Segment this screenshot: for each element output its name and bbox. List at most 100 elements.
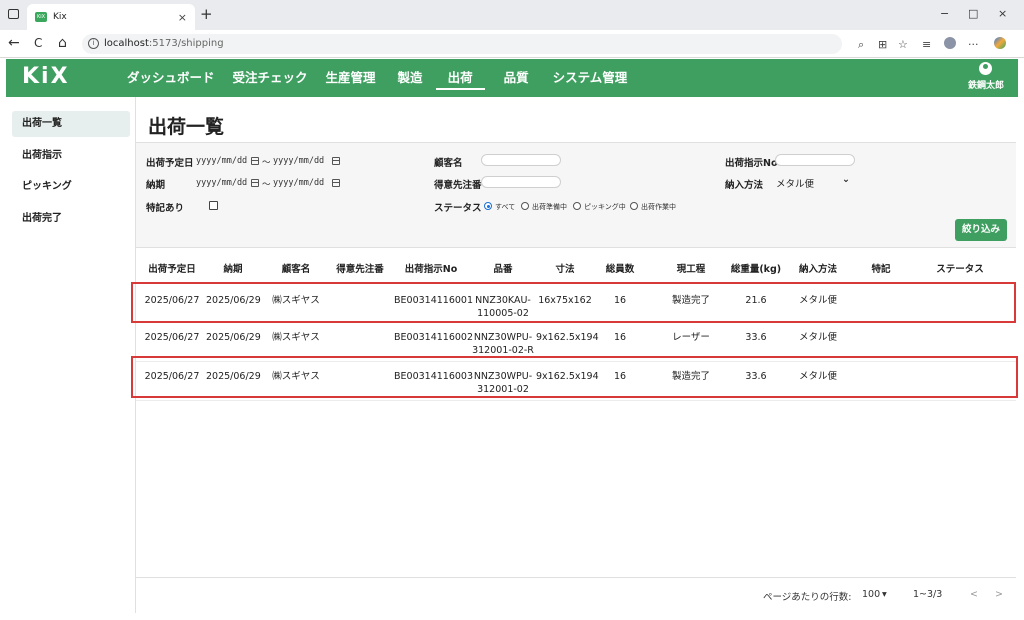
calendar-icon[interactable] [251, 157, 259, 165]
more-icon[interactable]: ··· [968, 38, 979, 51]
client-no-input[interactable] [481, 176, 561, 188]
window-close-icon[interactable]: × [998, 7, 1007, 20]
chevron-down-icon[interactable]: ▾ [882, 589, 887, 600]
nav-production[interactable]: 生産管理 [317, 59, 385, 97]
column-header[interactable]: 品番 [472, 261, 534, 275]
site-info-icon[interactable]: i [88, 38, 99, 49]
copilot-icon[interactable] [994, 37, 1006, 49]
delivery-label: 納入方法 [725, 180, 764, 191]
table-header: 出荷予定日 納期 顧客名 得意先注番 出荷指示No 品番 寸法 総員数 現工程 … [136, 250, 1016, 283]
instruction-no-input[interactable] [775, 154, 855, 166]
cell-weight: 33.6 [745, 332, 767, 343]
due-date-to-field[interactable]: yyyy/mm/dd [273, 178, 324, 188]
app-header: KiX ダッシュボード 受注チェック 生産管理 製造 出荷 品質 システム管理 … [6, 59, 1018, 97]
status-option-label: すべて [495, 203, 516, 211]
prev-page-icon[interactable]: < [970, 589, 978, 600]
highlight-box [131, 282, 1016, 323]
cell-delivery: メタル便 [798, 332, 837, 343]
ship-date-to-field[interactable]: yyyy/mm/dd [273, 156, 324, 166]
search-icon[interactable]: ⌕ [858, 38, 864, 52]
browser-tab[interactable]: KiX Kix × [27, 4, 195, 30]
chevron-down-icon[interactable]: ⌄ [842, 174, 850, 185]
nav-order-check[interactable]: 受注チェック [224, 59, 317, 97]
tab-close-icon[interactable]: × [178, 11, 187, 24]
column-header[interactable]: 出荷予定日 [144, 261, 200, 275]
next-page-icon[interactable]: > [995, 589, 1003, 600]
favorites-list-icon[interactable]: ≡ [922, 38, 931, 51]
user-name: 鉄鋼太郎 [967, 81, 1004, 91]
cell-customer: ㈱スギヤス [272, 332, 320, 343]
page-range: 1~3/3 [913, 589, 943, 600]
back-icon[interactable]: ← [8, 35, 20, 51]
instruction-no-label: 出荷指示No [725, 158, 778, 169]
minimize-icon[interactable]: − [940, 7, 949, 20]
nav-quality[interactable]: 品質 [495, 59, 538, 97]
customer-input[interactable] [481, 154, 561, 166]
column-header[interactable]: 特記 [856, 261, 906, 275]
cell-qty: 16 [613, 332, 627, 343]
sidebar-item-shipping-instructions[interactable]: 出荷指示 [12, 143, 130, 169]
sidebar-item-shipping-list[interactable]: 出荷一覧 [12, 111, 130, 137]
divider [136, 577, 1016, 578]
calendar-icon[interactable] [332, 157, 340, 165]
favorite-star-icon[interactable]: ☆ [898, 38, 908, 51]
rows-per-page-label: ページあたりの行数: [763, 592, 852, 603]
home-icon[interactable]: ⌂ [58, 35, 67, 51]
cell-instruction-no: BE00314116002 [394, 332, 474, 343]
cell-process: レーザー [672, 332, 710, 343]
tab-title: Kix [53, 12, 67, 22]
app-logo[interactable]: KiX [22, 64, 70, 89]
sidebar: 出荷一覧 出荷指示 ピッキング 出荷完了 [6, 97, 136, 613]
ship-date-from-field[interactable]: yyyy/mm/dd [196, 156, 247, 166]
ship-date-label: 出荷予定日 [146, 158, 194, 169]
remarks-label: 特記あり [146, 203, 185, 214]
column-header[interactable]: 総員数 [598, 261, 642, 275]
main-nav: ダッシュボード 受注チェック 生産管理 製造 出荷 品質 システム管理 [118, 59, 636, 97]
sidebar-item-shipping-complete[interactable]: 出荷完了 [12, 206, 130, 232]
nav-manufacturing[interactable]: 製造 [389, 59, 432, 97]
column-header[interactable]: 総重量(kg) [726, 261, 786, 275]
range-separator: ～ [262, 180, 271, 190]
cell-ship-date: 2025/06/27 [144, 332, 200, 343]
maximize-icon[interactable]: □ [968, 7, 978, 20]
filter-button[interactable]: 絞り込み [955, 219, 1007, 241]
rows-per-page-select[interactable]: 100 [862, 589, 880, 600]
column-header[interactable]: 顧客名 [268, 261, 324, 275]
status-radio-shipping-work[interactable] [630, 202, 638, 210]
sidebar-item-picking[interactable]: ピッキング [12, 174, 130, 200]
reload-icon[interactable]: C [34, 36, 42, 50]
column-header[interactable]: 寸法 [536, 261, 594, 275]
column-header[interactable]: ステータス [928, 261, 992, 275]
status-radio-preparing[interactable] [521, 202, 529, 210]
nav-dashboard[interactable]: ダッシュボード [118, 59, 224, 97]
delivery-select[interactable]: メタル便 [776, 176, 814, 190]
favicon-icon: KiX [35, 12, 47, 22]
url-host: localhost [104, 38, 149, 49]
address-bar: ← C ⌂ i localhost:5173/shipping ⌕ ⊞ ☆ ≡ … [0, 30, 1024, 58]
nav-shipping[interactable]: 出荷 [432, 59, 489, 97]
calendar-icon[interactable] [332, 179, 340, 187]
status-radio-picking[interactable] [573, 202, 581, 210]
user-icon [979, 62, 993, 75]
reader-icon[interactable]: ⊞ [878, 38, 887, 51]
url-field[interactable]: i localhost:5173/shipping [82, 34, 842, 54]
calendar-icon[interactable] [251, 179, 259, 187]
profile-avatar-icon[interactable] [944, 37, 956, 49]
column-header[interactable]: 現工程 [666, 261, 716, 275]
range-separator: ～ [262, 158, 271, 168]
highlight-box [131, 356, 1018, 398]
user-menu[interactable]: 鉄鋼太郎 [968, 62, 1004, 91]
due-date-from-field[interactable]: yyyy/mm/dd [196, 178, 247, 188]
remarks-checkbox[interactable] [209, 201, 218, 210]
nav-system[interactable]: システム管理 [544, 59, 637, 97]
status-radio-all[interactable] [484, 202, 492, 210]
status-option-label: ピッキング中 [584, 203, 626, 211]
column-header[interactable]: 出荷指示No [394, 261, 468, 275]
client-no-label: 得意先注番 [434, 180, 482, 191]
tab-actions-icon[interactable] [8, 9, 19, 19]
status-option-label: 出荷作業中 [641, 203, 676, 211]
column-header[interactable]: 納入方法 [792, 261, 844, 275]
column-header[interactable]: 得意先注番 [330, 261, 390, 275]
new-tab-icon[interactable]: + [200, 5, 213, 23]
column-header[interactable]: 納期 [206, 261, 260, 275]
